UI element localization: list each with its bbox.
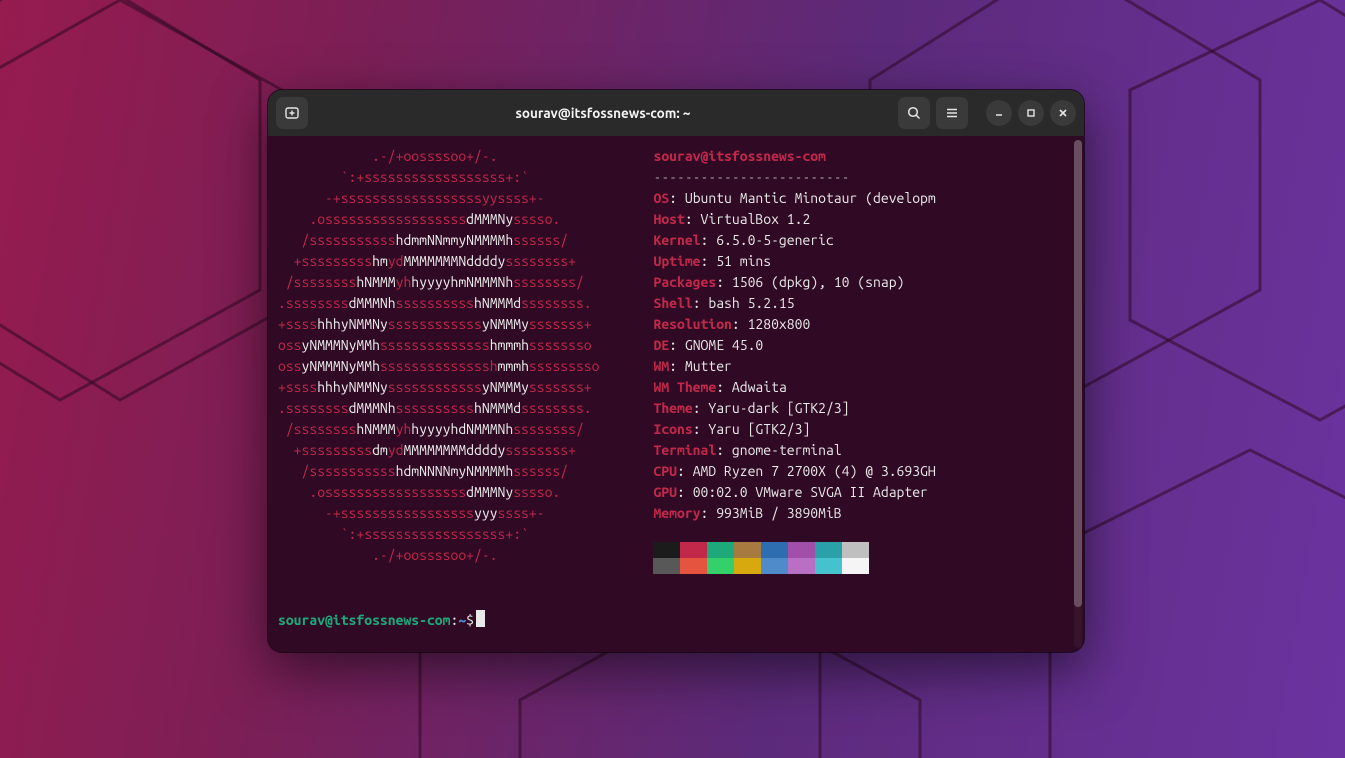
info-row: GPU: 00:02.0 VMware SVGA II Adapter [653,482,935,503]
color-swatch [707,542,734,558]
color-swatch [788,542,815,558]
close-button[interactable] [1050,100,1076,126]
color-swatch [707,558,734,574]
color-swatch [734,558,761,574]
color-swatch [680,558,707,574]
info-key: DE [653,337,669,353]
info-separator: ------------------------- [653,167,935,188]
window-title: sourav@itsfossnews-com: ~ [314,105,892,121]
info-key: Uptime [653,253,700,269]
info-key: Host [653,211,684,227]
info-row: WM Theme: Adwaita [653,377,935,398]
cursor [476,610,485,627]
close-icon [1057,107,1069,119]
info-key: WM [653,358,669,374]
info-value: : Yaru [GTK2/3] [693,421,811,437]
color-palette [653,542,935,574]
color-swatch [680,542,707,558]
prompt-user-host: sourav@itsfossnews-com [278,612,450,628]
info-key: Terminal [653,442,716,458]
terminal-window: sourav@itsfossnews-com: ~ [268,90,1084,652]
info-row: Terminal: gnome-terminal [653,440,935,461]
info-key: Resolution [653,316,731,332]
info-row: DE: GNOME 45.0 [653,335,935,356]
info-row: Packages: 1506 (dpkg), 10 (snap) [653,272,935,293]
info-value: : Yaru-dark [GTK2/3] [693,400,850,416]
info-row: Icons: Yaru [GTK2/3] [653,419,935,440]
color-swatch [761,542,788,558]
window-titlebar: sourav@itsfossnews-com: ~ [268,90,1084,136]
info-key: Icons [653,421,692,437]
maximize-button[interactable] [1018,100,1044,126]
info-value: : AMD Ryzen 7 2700X (4) @ 3.693GH [677,463,936,479]
color-swatch [761,558,788,574]
scrollbar-thumb[interactable] [1074,140,1082,607]
info-row: Kernel: 6.5.0-5-generic [653,230,935,251]
info-key: GPU [653,484,677,500]
info-value: : Adwaita [716,379,787,395]
hamburger-icon [944,105,960,121]
info-host: itsfossnews-com [708,148,826,164]
info-key: OS [653,190,669,206]
info-row: OS: Ubuntu Mantic Minotaur (developm [653,188,935,209]
minimize-icon [993,107,1005,119]
info-key: WM Theme [653,379,716,395]
info-value: : 993MiB / 3890MiB [701,505,842,521]
ascii-logo: .-/+oossssoo+/-. `:+ssssssssssssssssss+:… [278,146,599,574]
color-swatch [788,558,815,574]
info-row: WM: Mutter [653,356,935,377]
info-value: : 1280x800 [732,316,810,332]
info-row: Memory: 993MiB / 3890MiB [653,503,935,524]
info-row: Shell: bash 5.2.15 [653,293,935,314]
info-value: : gnome-terminal [716,442,841,458]
info-value: : 00:02.0 VMware SVGA II Adapter [677,484,928,500]
info-key: Shell [653,295,692,311]
info-row: Uptime: 51 mins [653,251,935,272]
color-swatch [815,558,842,574]
minimize-button[interactable] [986,100,1012,126]
new-tab-button[interactable] [276,97,308,129]
info-key: Kernel [653,232,700,248]
info-value: : 1506 (dpkg), 10 (snap) [716,274,904,290]
maximize-icon [1025,107,1037,119]
search-button[interactable] [898,97,930,129]
shell-prompt[interactable]: sourav@itsfossnews-com:~$ [278,610,1074,631]
menu-button[interactable] [936,97,968,129]
search-icon [906,105,922,121]
color-swatch [815,542,842,558]
terminal-content[interactable]: .-/+oossssoo+/-. `:+ssssssssssssssssss+:… [268,136,1084,652]
info-value: : GNOME 45.0 [669,337,763,353]
info-value: : bash 5.2.15 [693,295,795,311]
info-row: Theme: Yaru-dark [GTK2/3] [653,398,935,419]
info-value: : 6.5.0-5-generic [701,232,834,248]
info-value: : VirtualBox 1.2 [685,211,810,227]
info-key: Memory [653,505,700,521]
color-swatch [734,542,761,558]
info-value: : Ubuntu Mantic Minotaur (developm [669,190,936,206]
neofetch-output: .-/+oossssoo+/-. `:+ssssssssssssssssss+:… [278,146,1074,574]
scrollbar[interactable] [1074,140,1082,648]
color-swatch [842,542,869,558]
info-row: CPU: AMD Ryzen 7 2700X (4) @ 3.693GH [653,461,935,482]
info-key: Packages [653,274,716,290]
system-info: sourav@itsfossnews-com -----------------… [653,146,935,574]
info-user: sourav [653,148,700,164]
info-row: Host: VirtualBox 1.2 [653,209,935,230]
info-key: CPU [653,463,677,479]
info-value: : Mutter [669,358,732,374]
color-swatch [842,558,869,574]
info-row: Resolution: 1280x800 [653,314,935,335]
info-value: : 51 mins [701,253,772,269]
color-swatch [653,558,680,574]
color-swatch [653,542,680,558]
info-key: Theme [653,400,692,416]
prompt-path: ~ [458,612,466,628]
